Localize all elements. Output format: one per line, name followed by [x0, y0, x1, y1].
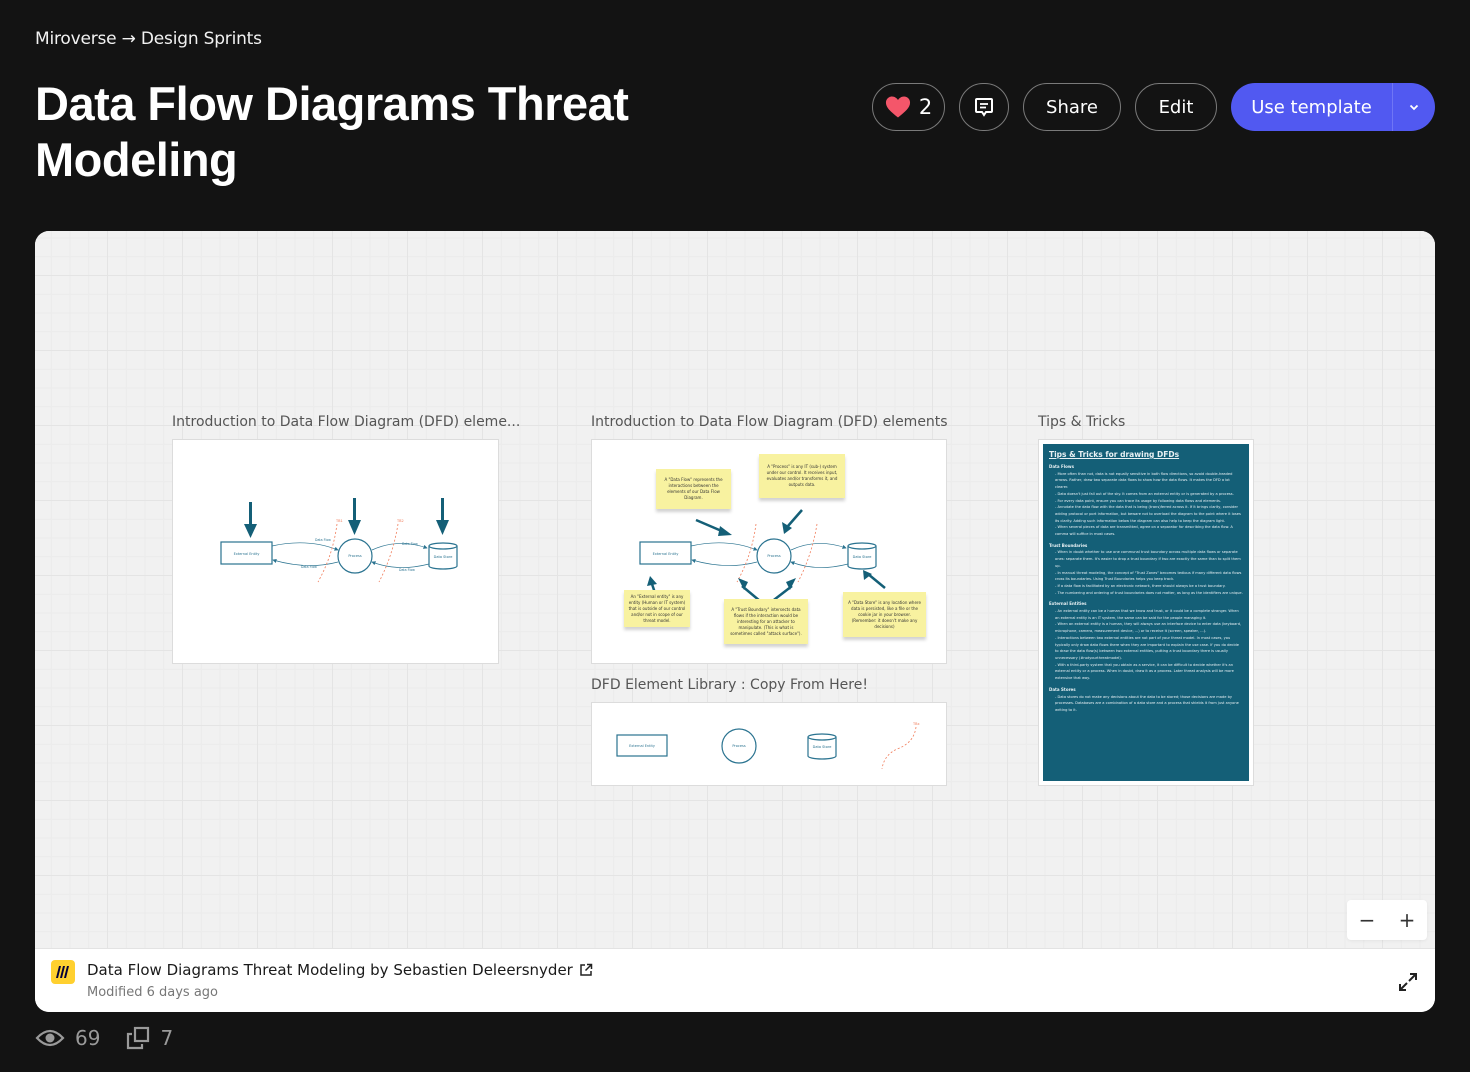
tips-list-item: Data stores do not make any decisions ab…: [1055, 694, 1243, 714]
fullscreen-icon[interactable]: [1397, 971, 1419, 993]
svg-text:External Entity: External Entity: [629, 744, 655, 748]
like-button[interactable]: 2: [872, 83, 945, 131]
like-count: 2: [918, 95, 933, 119]
edit-button[interactable]: Edit: [1135, 83, 1217, 131]
board-stats: 69 7: [35, 1026, 173, 1050]
breadcrumb-current-link[interactable]: Design Sprints: [141, 29, 262, 49]
dfd-element-library: External Entity Process Data Store TBx: [616, 722, 920, 770]
share-button[interactable]: Share: [1023, 83, 1121, 131]
tips-section-heading: Data Flows: [1049, 464, 1074, 469]
tips-heading: Tips & Tricks for drawing DFDs: [1049, 450, 1180, 459]
tips-list-item: When an external entity is a human, they…: [1055, 621, 1243, 634]
use-template-split-button: Use template: [1231, 83, 1435, 131]
data-flow-label: Data Flow: [402, 542, 418, 546]
use-template-dropdown-button[interactable]: [1392, 83, 1435, 131]
frame-title[interactable]: Tips & Tricks: [1038, 414, 1125, 430]
tips-list-item: Annotate the data flow with the data tha…: [1055, 504, 1243, 524]
frame-dfd-intro-annotated[interactable]: External Entity Process Data Store A "Da…: [591, 439, 947, 664]
frame-dfd-intro-simple[interactable]: External Entity Process Data Store Data …: [172, 439, 499, 664]
tips-list: When in doubt whether to use one communa…: [1049, 549, 1243, 596]
pointer-arrow-icon: [244, 502, 257, 538]
comment-button[interactable]: [959, 83, 1009, 131]
sticky-note-trust-boundary[interactable]: A "Trust Boundary" intersects data flows…: [724, 599, 808, 644]
trust-boundary-1: [317, 523, 338, 583]
svg-text:Process: Process: [732, 744, 745, 748]
tips-list-item: With a third-party system that you obtai…: [1055, 662, 1243, 682]
trust-boundary-1: [736, 523, 757, 583]
sticky-note-data-store[interactable]: A "Data Store" is any location where dat…: [843, 592, 926, 637]
zoom-out-button[interactable]: −: [1359, 910, 1376, 930]
eye-icon: [35, 1029, 65, 1047]
board-canvas[interactable]: Introduction to Data Flow Diagram (DFD) …: [35, 231, 1435, 948]
pointer-arrow-icon: [436, 498, 449, 535]
tips-section-heading: Trust Boundaries: [1049, 542, 1088, 548]
view-count: 69: [75, 1026, 101, 1050]
tips-list-item: In manual threat modeling, the concept o…: [1055, 570, 1243, 583]
tips-list-item: An external entity can be a human that w…: [1055, 608, 1243, 621]
board-embed: Introduction to Data Flow Diagram (DFD) …: [35, 231, 1435, 1012]
copy-count: 7: [160, 1026, 174, 1050]
board-link[interactable]: Data Flow Diagrams Threat Modeling by Se…: [87, 961, 593, 979]
pointer-arrow: [867, 573, 886, 589]
trust-boundary-label: TB1: [335, 519, 343, 523]
tips-list-item: If a data flow is facilitated by an elec…: [1055, 583, 1243, 590]
tips-panel: Tips & Tricks for drawing DFDs Data Flow…: [1043, 444, 1249, 781]
zoom-in-button[interactable]: +: [1399, 910, 1416, 930]
library-trust-boundary: [881, 726, 917, 770]
tips-list-item: When several pieces of data are transmit…: [1055, 524, 1243, 537]
pointer-arrow: [787, 509, 803, 527]
breadcrumb-parent-link[interactable]: Miroverse: [35, 29, 117, 49]
tips-list-item: The numbering and ordering of trust boun…: [1055, 590, 1243, 597]
data-flow-label: Data Flow: [315, 538, 331, 542]
frame-title[interactable]: Introduction to Data Flow Diagram (DFD) …: [172, 414, 520, 430]
tips-list-item: For every data point, ensure you can tra…: [1055, 498, 1243, 505]
tips-list: More often than not, data is not equally…: [1049, 471, 1243, 538]
external-link-icon: [580, 963, 593, 976]
trust-boundary-label: TB2: [396, 519, 404, 523]
frame-tips-and-tricks[interactable]: Tips & Tricks for drawing DFDs Data Flow…: [1038, 439, 1254, 786]
trust-boundary-2: [797, 523, 818, 583]
tips-list-item: Interactions between two external entiti…: [1055, 635, 1243, 662]
data-flow-label: Data Flow: [399, 568, 415, 572]
svg-text:Data Store: Data Store: [813, 745, 832, 749]
breadcrumb-separator: →: [121, 29, 141, 49]
frame-dfd-element-library[interactable]: External Entity Process Data Store TBx: [591, 702, 947, 786]
modified-timestamp: Modified 6 days ago: [87, 985, 218, 1000]
miro-logo-icon: [51, 960, 75, 984]
sticky-note-process[interactable]: A "Process" is any IT (sub-) system unde…: [759, 454, 845, 498]
breadcrumb: Miroverse → Design Sprints: [35, 29, 262, 49]
copy-icon: [127, 1026, 150, 1050]
sticky-note-data-flow[interactable]: A "Data Flow" represents the interaction…: [656, 469, 731, 509]
heart-icon: [885, 96, 910, 118]
use-template-button[interactable]: Use template: [1231, 83, 1392, 131]
tips-section-heading: Data Stores: [1049, 686, 1076, 692]
zoom-controls: − +: [1347, 900, 1427, 940]
dfd-diagram: External Entity Process Data Store Data …: [220, 498, 458, 583]
tips-list-item: More often than not, data is not equally…: [1055, 471, 1243, 491]
process-label: Process: [348, 554, 361, 558]
comment-icon: [975, 98, 993, 117]
action-bar: 2 Share Edit Use template: [872, 83, 1435, 131]
tips-list-item: Data doesn't just fall out of the sky. I…: [1055, 491, 1243, 498]
svg-text:TBx: TBx: [912, 722, 920, 726]
sticky-note-external-entity[interactable]: An "External entity" is any entity (Huma…: [624, 590, 690, 627]
trust-boundary-2: [378, 523, 399, 583]
data-store-label: Data Store: [434, 555, 453, 559]
tips-list: Data stores do not make any decisions ab…: [1049, 694, 1243, 714]
chevron-down-icon: [1409, 104, 1419, 110]
board-title: Data Flow Diagrams Threat Modeling by Se…: [87, 961, 573, 979]
tips-section-heading: External Entities: [1049, 601, 1087, 607]
external-entity-label: External Entity: [653, 552, 679, 556]
external-entity-label: External Entity: [234, 552, 260, 556]
page-title: Data Flow Diagrams Threat Modeling: [35, 77, 629, 186]
data-store-label: Data Store: [853, 555, 872, 559]
frame-title[interactable]: DFD Element Library : Copy From Here!: [591, 677, 868, 693]
board-footer: Data Flow Diagrams Threat Modeling by Se…: [35, 948, 1435, 1012]
frame-title[interactable]: Introduction to Data Flow Diagram (DFD) …: [591, 414, 948, 430]
process-label: Process: [767, 554, 780, 558]
data-flow-label: Data Flow: [301, 565, 317, 569]
tips-list: An external entity can be a human that w…: [1049, 608, 1243, 682]
tips-list-item: When in doubt whether to use one communa…: [1055, 549, 1243, 569]
pointer-arrow-icon: [348, 498, 361, 535]
